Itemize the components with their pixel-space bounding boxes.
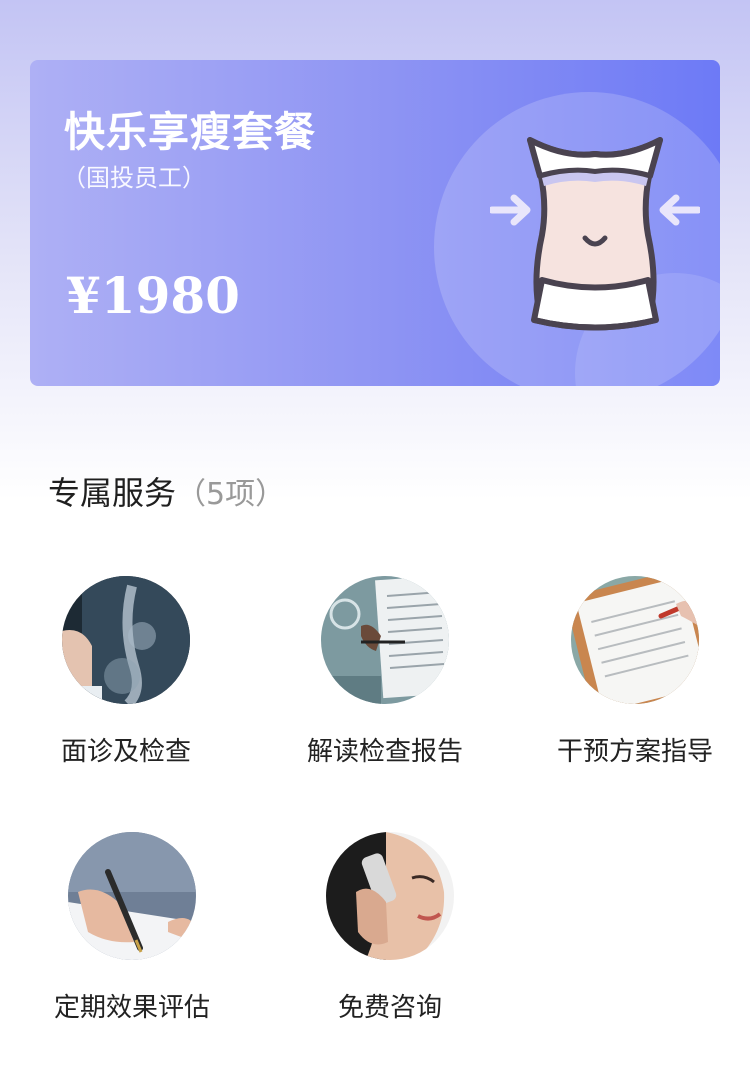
xray-image bbox=[62, 576, 190, 704]
waist-slimming-icon bbox=[490, 137, 700, 331]
service-label: 干预方案指导 bbox=[556, 737, 713, 767]
package-card[interactable]: 快乐享瘦套餐 （国投员工） ¥1980 bbox=[30, 60, 720, 386]
service-item-effect-evaluation[interactable]: 定期效果评估 bbox=[32, 832, 232, 1024]
package-subtitle: （国投员工） bbox=[62, 164, 206, 192]
service-item-intervention-plan[interactable]: 干预方案指导 bbox=[535, 576, 735, 768]
service-label: 面诊及检查 bbox=[60, 737, 191, 767]
daily-report-image bbox=[571, 576, 699, 704]
service-label: 解读检查报告 bbox=[306, 737, 463, 767]
writing-pen-image bbox=[68, 832, 196, 960]
service-label: 免费咨询 bbox=[337, 993, 442, 1023]
service-item-consult-exam[interactable]: 面诊及检查 bbox=[26, 576, 226, 768]
services-heading-text: 专属服务 bbox=[48, 474, 177, 512]
package-title: 快乐享瘦套餐 bbox=[64, 108, 316, 156]
phone-call-image bbox=[326, 832, 454, 960]
services-heading: 专属服务（5项） bbox=[48, 468, 285, 514]
service-label: 定期效果评估 bbox=[53, 993, 210, 1023]
services-count: （5项） bbox=[176, 477, 286, 512]
service-item-read-report[interactable]: 解读检查报告 bbox=[285, 576, 485, 768]
package-price: ¥1980 bbox=[66, 266, 240, 325]
service-item-free-consultation[interactable]: 免费咨询 bbox=[290, 832, 490, 1024]
report-reading-image bbox=[321, 576, 449, 704]
